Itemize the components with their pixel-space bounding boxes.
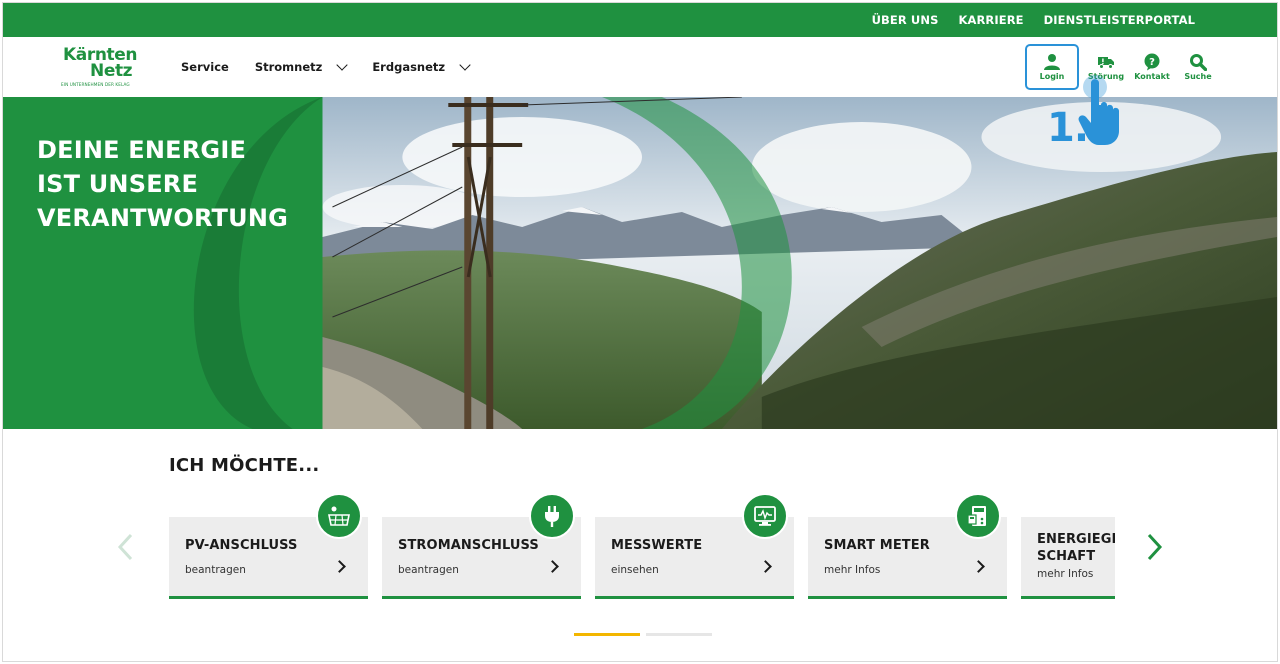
hero-line-2: IST UNSERE xyxy=(37,170,199,198)
card-stromanschluss[interactable]: STROMANSCHLUSS beantragen xyxy=(382,493,581,599)
user-icon xyxy=(1044,54,1060,70)
pager-dot-2[interactable] xyxy=(646,633,712,636)
hero-headline: DEINE ENERGIE IST UNSERE VERANTWORTUNG xyxy=(37,133,288,235)
pointer-hand-icon xyxy=(1078,75,1119,145)
hero-line-3: VERANTWORTUNG xyxy=(37,204,289,232)
carousel-next-chevron-icon[interactable] xyxy=(1147,533,1163,561)
login-label: Login xyxy=(1039,72,1065,81)
card-title: SMART METER xyxy=(824,538,930,553)
monitor-chart-icon xyxy=(742,493,788,539)
card-title-line-1: ENERGIEGE xyxy=(1037,532,1115,547)
card-title: ENERGIEGE SCHAFT xyxy=(1037,531,1115,565)
chevron-down-icon xyxy=(459,58,471,71)
search-icon xyxy=(1190,54,1207,71)
nav-erdgasnetz[interactable]: Erdgasnetz xyxy=(372,58,471,74)
nav-stromnetz[interactable]: Stromnetz xyxy=(254,58,348,74)
card-subtitle: mehr Infos xyxy=(824,564,881,576)
browser-page: ÜBER UNS KARRIERE DIENSTLEISTERPORTAL Kä… xyxy=(2,2,1278,662)
suche-button[interactable]: Suche xyxy=(1175,53,1221,81)
chevron-right-icon xyxy=(972,560,985,573)
action-carousel: PV-ANSCHLUSS beantragen STROMANSCHLUSS b… xyxy=(169,493,1115,603)
link-karriere[interactable]: KARRIERE xyxy=(958,13,1023,27)
chevron-right-icon xyxy=(546,560,559,573)
link-dienstleisterportal[interactable]: DIENSTLEISTERPORTAL xyxy=(1044,13,1195,27)
login-button[interactable]: Login xyxy=(1025,44,1079,90)
nav-service[interactable]: Service xyxy=(181,60,229,74)
card-smart-meter[interactable]: SMART METER mehr Infos xyxy=(808,493,1007,599)
top-utility-bar: ÜBER UNS KARRIERE DIENSTLEISTERPORTAL xyxy=(3,3,1277,37)
chevron-right-icon xyxy=(333,560,346,573)
card-title: PV-ANSCHLUSS xyxy=(185,538,298,553)
logo-tagline: EIN UNTERNEHMEN DER KELAG xyxy=(61,82,130,87)
main-navigation: Service Stromnetz Erdgasnetz xyxy=(181,37,487,97)
card-energiegemeinschaft[interactable]: ENERGIEGE SCHAFT mehr Infos xyxy=(1021,517,1115,599)
section-heading: ICH MÖCHTE... xyxy=(169,455,320,476)
card-pv-anschluss[interactable]: PV-ANSCHLUSS beantragen xyxy=(169,493,368,599)
card-subtitle: mehr Infos xyxy=(1037,568,1094,580)
card-title: STROMANSCHLUSS xyxy=(398,538,539,553)
nav-service-label: Service xyxy=(181,60,229,74)
svg-text:?: ? xyxy=(1149,57,1155,68)
carousel-pager xyxy=(574,633,712,636)
pager-dot-1[interactable] xyxy=(574,633,640,636)
kontakt-button[interactable]: ? Kontakt xyxy=(1129,53,1175,81)
smart-meter-icon xyxy=(955,493,1001,539)
carousel-prev-chevron-icon[interactable] xyxy=(117,533,133,561)
hero-line-1: DEINE ENERGIE xyxy=(37,136,247,164)
kaernten-netz-logo[interactable]: Kärnten Netz EIN UNTERNEHMEN DER KELAG xyxy=(61,47,137,91)
chevron-right-icon xyxy=(759,560,772,573)
suche-label: Suche xyxy=(1184,72,1212,81)
card-subtitle: einsehen xyxy=(611,564,659,576)
chevron-down-icon xyxy=(336,58,348,71)
card-title: MESSWERTE xyxy=(611,538,703,553)
help-bubble-icon: ? xyxy=(1144,53,1160,71)
link-ueber-uns[interactable]: ÜBER UNS xyxy=(872,13,939,27)
logo-text-line2: Netz xyxy=(90,61,133,81)
utility-links: ÜBER UNS KARRIERE DIENSTLEISTERPORTAL xyxy=(872,3,1195,37)
card-messwerte[interactable]: MESSWERTE einsehen xyxy=(595,493,794,599)
plug-icon xyxy=(529,493,575,539)
card-subtitle: beantragen xyxy=(398,564,459,576)
card-title-line-2: SCHAFT xyxy=(1037,549,1096,564)
kontakt-label: Kontakt xyxy=(1134,72,1170,81)
solar-panel-icon xyxy=(316,493,362,539)
card-subtitle: beantragen xyxy=(185,564,246,576)
nav-stromnetz-label: Stromnetz xyxy=(254,60,323,74)
nav-erdgasnetz-label: Erdgasnetz xyxy=(372,60,446,74)
